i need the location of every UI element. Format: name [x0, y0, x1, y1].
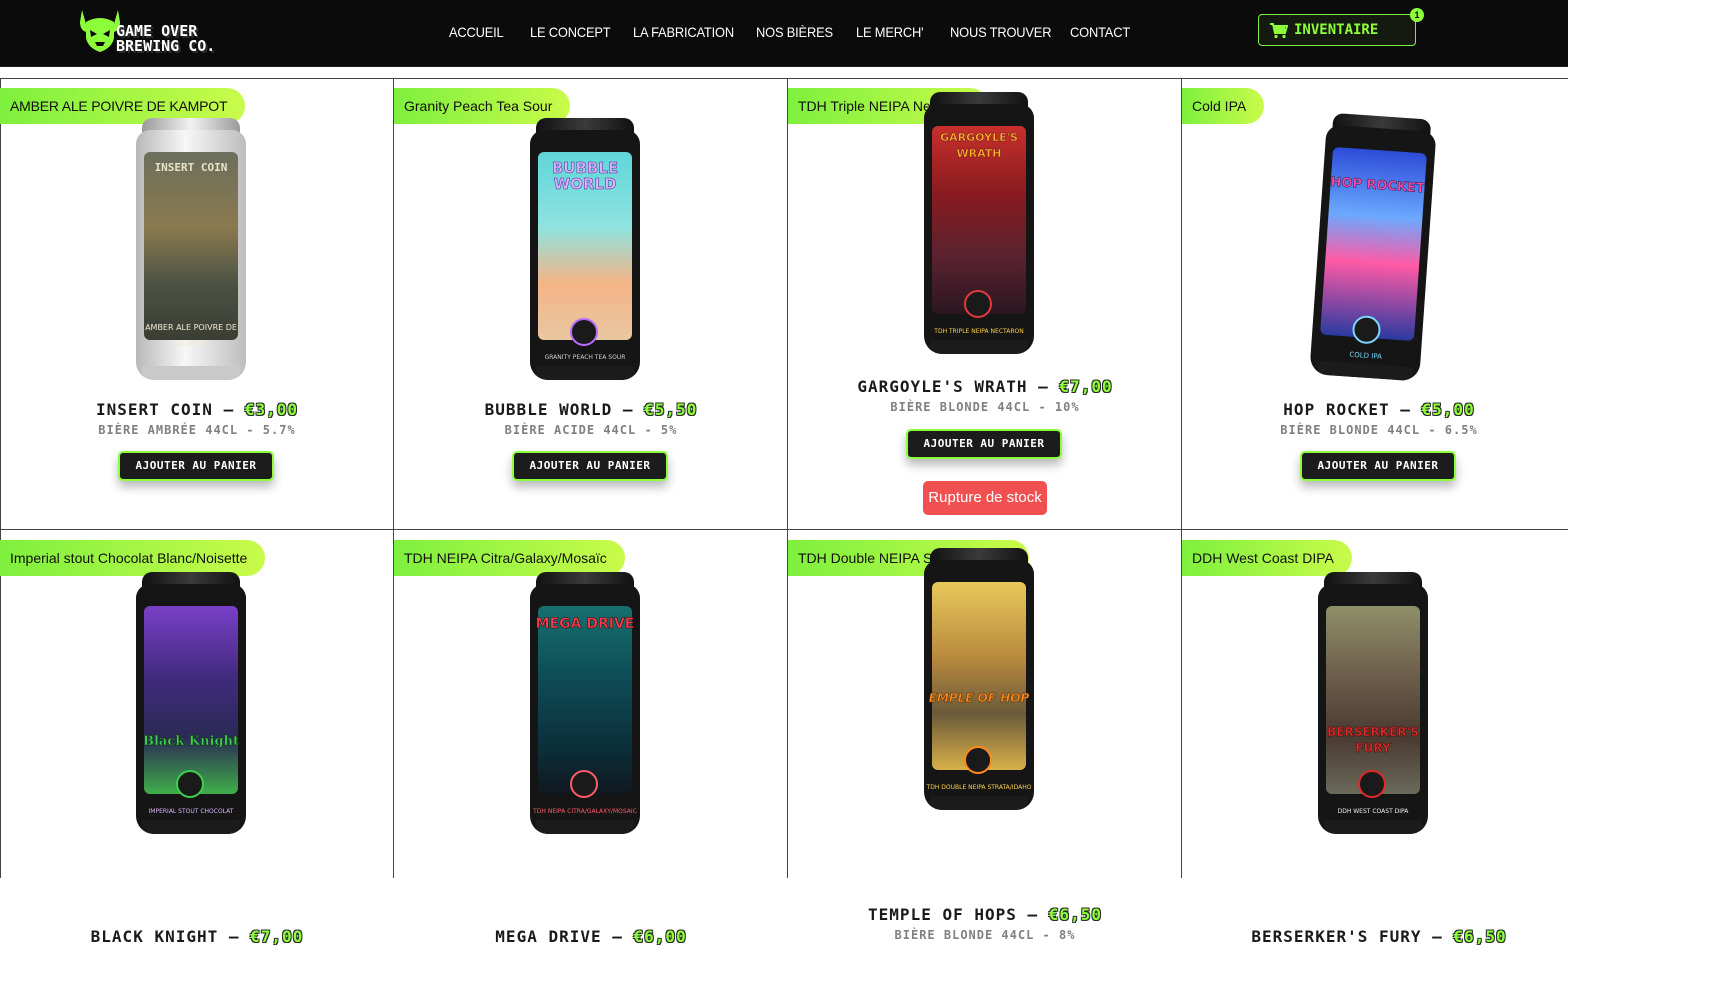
product-price: €5,00 — [1421, 400, 1475, 419]
beer-can-image[interactable]: BUBBLE WORLD GRANITY PEACH TEA SOUR — [530, 118, 640, 388]
product-title: TEMPLE OF HOPS — €6,50 — [868, 905, 1102, 924]
product-description: BIÈRE AMBRÉE 44CL - 5.7% — [98, 423, 296, 437]
product-description: BIÈRE BLONDE 44CL - 10% — [890, 400, 1080, 414]
product-price: €5,50 — [644, 400, 698, 419]
product-price: €7,00 — [1059, 377, 1113, 396]
product-card: TDH NEIPA Citra/Galaxy/Mosaïc MEGA DRIVE… — [394, 530, 788, 981]
brewery-badge-icon — [570, 770, 598, 798]
can-label-subtitle: GRANITY PEACH TEA SOUR — [544, 354, 626, 361]
product-price: €3,00 — [244, 400, 299, 419]
product-card: AMBER ALE POIVRE DE KAMPOT INSERT COIN A… — [0, 78, 394, 529]
brewery-badge-icon — [1358, 770, 1386, 798]
add-to-cart-button[interactable]: AJOUTER AU PANIER — [512, 451, 668, 481]
product-description: BIÈRE ACIDE 44CL - 5% — [504, 423, 678, 437]
inventory-label: INVENTAIRE — [1294, 22, 1379, 38]
product-card: TDH Double NEIPA Strata/Idaho 7 EMPLE OF… — [788, 530, 1182, 981]
brewery-badge-icon — [964, 290, 992, 318]
can-label-subtitle: TDH NEIPA CITRA/GALAXY/MOSAIC — [533, 808, 637, 815]
product-grid: AMBER ALE POIVRE DE KAMPOT INSERT COIN A… — [0, 78, 1568, 946]
product-title: BUBBLE WORLD — €5,50 — [484, 400, 698, 419]
product-description: BIÈRE BLONDE 44CL - 6.5% — [1280, 423, 1478, 437]
can-label-title: INSERT COIN — [154, 161, 228, 174]
product-description: BIÈRE BLONDE 44CL - 8% — [894, 928, 1076, 942]
beer-can-image[interactable]: MEGA DRIVE TDH NEIPA CITRA/GALAXY/MOSAIC — [530, 572, 640, 842]
product-price: €7,00 — [250, 927, 304, 946]
product-card: Cold IPA HOP ROCKET COLD IPA HOP ROCKET … — [1182, 78, 1576, 529]
product-style-tag: Imperial stout Chocolat Blanc/Noisette — [0, 540, 266, 576]
product-title: BLACK KNIGHT — €7,00 — [90, 927, 304, 946]
product-style-tag: DDH West Coast DIPA — [1182, 540, 1352, 576]
can-label-title: Black Knight — [142, 734, 240, 749]
beer-can-image[interactable]: GARGOYLE'S WRATH TDH TRIPLE NEIPA NECTAR… — [924, 92, 1034, 362]
product-style-tag: Cold IPA — [1182, 88, 1265, 124]
inventory-button[interactable]: INVENTAIRE — [1258, 14, 1416, 46]
can-label-subtitle: AMBER ALE POIVRE DE KAMPOT — [145, 323, 237, 348]
brewery-badge-icon — [570, 318, 598, 346]
can-label-title: BERSERKER'S FURY — [1327, 725, 1419, 755]
nav-item-le-merch[interactable]: LE MERCH' — [856, 24, 924, 40]
can-label-title: GARGOYLE'S WRATH — [940, 131, 1018, 160]
can-label-title: MEGA DRIVE — [535, 616, 635, 633]
add-to-cart-button[interactable]: AJOUTER AU PANIER — [118, 451, 274, 481]
product-title: INSERT COIN — €3,00 — [95, 400, 299, 419]
product-card: TDH Triple NEIPA Nectaron GARGOYLE'S WRA… — [788, 78, 1182, 529]
product-price: €6,50 — [1453, 927, 1507, 946]
out-of-stock-badge: Rupture de stock — [923, 481, 1047, 515]
product-card: DDH West Coast DIPA BERSERKER'S FURY DDH… — [1182, 530, 1576, 981]
site-header: GAME OVER BREWING CO. ACCUEIL LE CONCEPT… — [0, 0, 1568, 67]
add-to-cart-button[interactable]: AJOUTER AU PANIER — [906, 429, 1062, 459]
can-label-subtitle: DDH WEST COAST DIPA — [1337, 808, 1409, 815]
product-title: BERSERKER'S FURY — €6,50 — [1251, 927, 1507, 946]
product-title: MEGA DRIVE — €6,00 — [495, 927, 687, 946]
product-style-tag: TDH NEIPA Citra/Galaxy/Mosaïc — [394, 540, 625, 576]
beer-can-image[interactable]: BERSERKER'S FURY DDH WEST COAST DIPA — [1318, 572, 1428, 842]
nav-item-nous-trouver[interactable]: NOUS TROUVER — [950, 24, 1052, 40]
brewery-badge-icon — [176, 770, 204, 798]
beer-can-image[interactable]: EMPLE OF HOP TDH DOUBLE NEIPA STRATA/IDA… — [924, 548, 1034, 818]
nav-item-accueil[interactable]: ACCUEIL — [449, 24, 504, 40]
product-title: GARGOYLE'S WRATH — €7,00 — [857, 377, 1113, 396]
nav-item-nos-bieres[interactable]: NOS BIÈRES — [756, 24, 833, 40]
beer-can-image[interactable]: HOP ROCKET COLD IPA — [1309, 112, 1438, 389]
nav-item-la-fabrication[interactable]: LA FABRICATION — [633, 24, 734, 40]
nav-item-contact[interactable]: CONTACT — [1070, 24, 1130, 40]
can-label-title: BUBBLE WORLD — [551, 159, 619, 193]
product-card: Granity Peach Tea Sour BUBBLE WORLD GRAN… — [394, 78, 788, 529]
product-price: €6,00 — [633, 927, 687, 946]
inventory-count-badge: 1 — [1410, 8, 1424, 22]
can-label-title: EMPLE OF HOP — [928, 691, 1030, 705]
product-card: Imperial stout Chocolat Blanc/Noisette B… — [0, 530, 394, 981]
beer-can-image[interactable]: Black Knight IMPERIAL STOUT CHOCOLAT BLA… — [136, 572, 246, 842]
cart-icon — [1270, 23, 1288, 39]
can-label-subtitle: TDH TRIPLE NEIPA NECTARON — [934, 328, 1024, 335]
brewery-badge-icon — [964, 746, 992, 774]
nav-item-le-concept[interactable]: LE CONCEPT — [530, 24, 611, 40]
add-to-cart-button[interactable]: AJOUTER AU PANIER — [1300, 451, 1456, 481]
product-price: €6,50 — [1048, 905, 1102, 924]
product-title: HOP ROCKET — €5,00 — [1283, 400, 1475, 419]
beer-can-image[interactable]: INSERT COIN AMBER ALE POIVRE DE KAMPOT — [136, 118, 246, 388]
